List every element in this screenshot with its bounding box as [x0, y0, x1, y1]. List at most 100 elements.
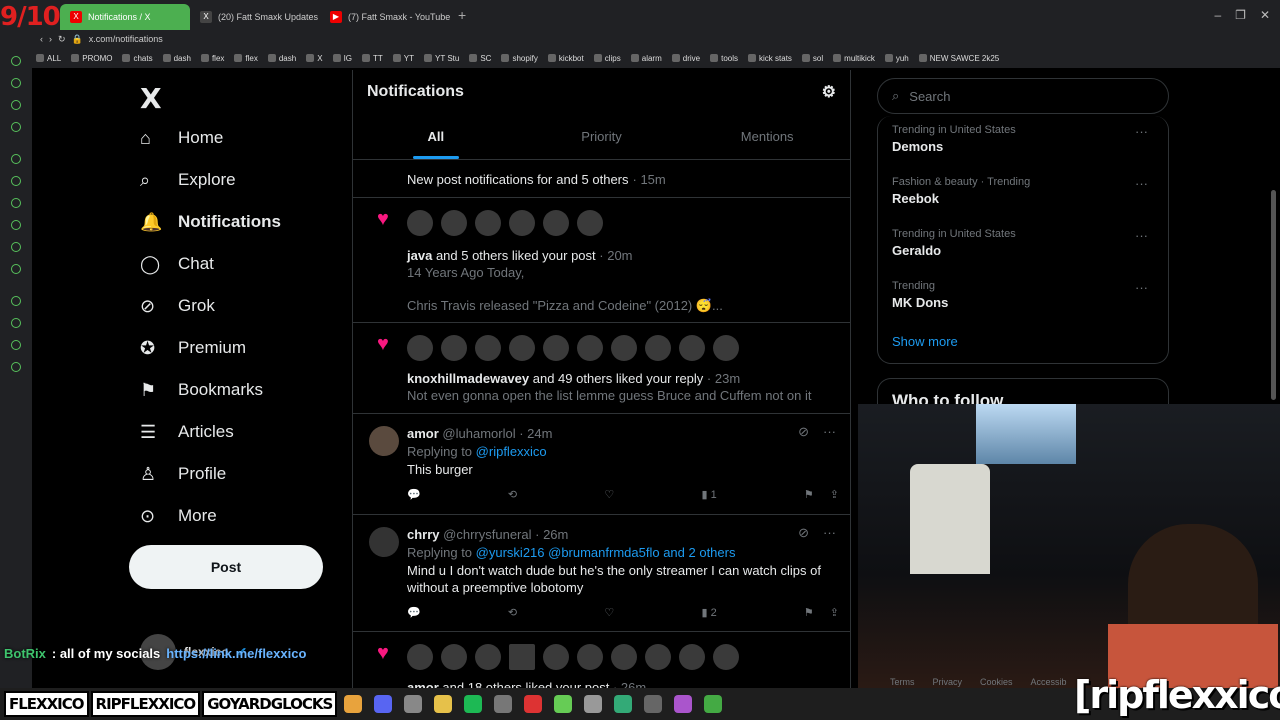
reload-icon[interactable]: ↻	[58, 34, 66, 45]
bookmark-item[interactable]: yuh	[884, 54, 909, 63]
avatar[interactable]	[713, 644, 739, 670]
restore-icon[interactable]: ❐	[1235, 8, 1246, 22]
bookmark-item[interactable]: flex	[234, 54, 258, 63]
bookmark-item[interactable]: shopify	[501, 54, 538, 63]
sidebar-app-icon[interactable]	[11, 340, 21, 350]
avatar[interactable]	[577, 644, 603, 670]
avatar[interactable]	[509, 335, 535, 361]
bookmark-item[interactable]: kick stats	[748, 54, 792, 63]
footer-link[interactable]: Accessib	[1031, 677, 1067, 687]
bookmark-item[interactable]: dash	[267, 54, 296, 63]
avatar[interactable]	[369, 426, 399, 456]
avatar[interactable]	[611, 335, 637, 361]
sidebar-item-premium[interactable]: ✪ Premium	[140, 338, 246, 358]
list-item[interactable]: ♥ java and 5 others liked your post · 20…	[353, 198, 850, 323]
post-button[interactable]: Post	[129, 545, 323, 589]
views-icon[interactable]: ▮ 2	[701, 606, 716, 619]
avatar[interactable]	[441, 335, 467, 361]
sidebar-app-icon[interactable]	[11, 220, 21, 230]
bookmark-item[interactable]: alarm	[630, 54, 662, 63]
bookmark-item[interactable]: X	[306, 54, 323, 63]
bookmark-item[interactable]: NEW SAWCE 2k25	[918, 54, 999, 63]
sidebar-item-profile[interactable]: ♙ Profile	[140, 464, 226, 484]
footer-link[interactable]: Terms	[890, 677, 915, 687]
avatar[interactable]	[577, 335, 603, 361]
avatar[interactable]	[407, 644, 433, 670]
app-icon[interactable]	[614, 695, 633, 713]
more-icon[interactable]: ···	[1135, 228, 1148, 243]
bookmark-item[interactable]: IG	[332, 54, 352, 63]
avatar[interactable]	[509, 210, 535, 236]
avatar[interactable]	[369, 527, 399, 557]
browser-tab[interactable]: X (20) Fatt Smaxk Updates (	[190, 4, 320, 30]
new-tab-icon[interactable]: +	[458, 7, 466, 23]
sidebar-item-home[interactable]: ⌂ Home	[140, 128, 223, 148]
reply-icon[interactable]: 💬	[407, 606, 421, 619]
avatar[interactable]	[441, 644, 467, 670]
avatar[interactable]	[441, 210, 467, 236]
avatar[interactable]	[645, 335, 671, 361]
sidebar-app-icon[interactable]	[11, 362, 21, 372]
avatar[interactable]	[407, 335, 433, 361]
forward-icon[interactable]: ›	[49, 34, 52, 44]
sidebar-app-icon[interactable]	[11, 296, 21, 306]
sidebar-app-icon[interactable]	[11, 154, 21, 164]
bookmark-item[interactable]: ALL	[36, 54, 61, 63]
bookmark-item[interactable]: multikick	[833, 54, 875, 63]
bookmark-item[interactable]: drive	[671, 54, 700, 63]
folder-icon[interactable]	[434, 695, 453, 713]
tab-mentions[interactable]: Mentions	[684, 114, 850, 159]
bookmark-item[interactable]: flex	[200, 54, 224, 63]
x-logo-icon[interactable]: X	[140, 82, 162, 115]
app-icon[interactable]	[494, 695, 513, 713]
footer-link[interactable]: Privacy	[933, 677, 963, 687]
avatar[interactable]	[509, 644, 535, 670]
avatar[interactable]	[577, 210, 603, 236]
back-icon[interactable]: ‹	[40, 34, 43, 44]
trend-item[interactable]: Trending in United States Geraldo ···	[892, 228, 1156, 258]
avatar[interactable]	[543, 644, 569, 670]
avatar[interactable]	[543, 210, 569, 236]
sidebar-item-grok[interactable]: ⊘ Grok	[140, 296, 215, 316]
app-icon[interactable]	[554, 695, 573, 713]
avatar[interactable]	[475, 335, 501, 361]
avatar[interactable]	[611, 644, 637, 670]
sidebar-item-bookmarks[interactable]: ⚑ Bookmarks	[140, 380, 263, 400]
bookmark-item[interactable]: clips	[593, 54, 621, 63]
bookmark-item[interactable]: sol	[801, 54, 823, 63]
list-item[interactable]: ♥ amor and 18 others liked your post · 2…	[353, 632, 850, 688]
browser-tab[interactable]: X Notifications / X	[60, 4, 190, 30]
scrollbar-thumb[interactable]	[1271, 190, 1276, 400]
sidebar-item-chat[interactable]: ◯ Chat	[140, 254, 214, 274]
more-icon[interactable]: ···	[823, 424, 836, 440]
more-icon[interactable]: ···	[1135, 176, 1148, 191]
avatar[interactable]	[475, 210, 501, 236]
trend-item[interactable]: Trending in United States Demons ···	[892, 124, 1156, 154]
discord-icon[interactable]	[374, 695, 393, 713]
app-icon[interactable]	[584, 695, 603, 713]
avatar[interactable]	[679, 644, 705, 670]
bookmark-item[interactable]: kickbot	[547, 54, 584, 63]
spotify-icon[interactable]	[464, 695, 483, 713]
share-icon[interactable]: ⇪	[830, 606, 839, 619]
avatar[interactable]	[407, 210, 433, 236]
app-icon[interactable]	[644, 695, 663, 713]
browser-tab[interactable]: ▶ (7) Fatt Smaxk - YouTube	[320, 4, 450, 30]
bookmark-item[interactable]: YT Stu	[424, 54, 459, 63]
close-icon[interactable]: ✕	[1260, 8, 1270, 22]
grok-icon[interactable]: ⊘	[798, 424, 809, 440]
bookmark-icon[interactable]: ⚑	[804, 488, 814, 501]
tweet[interactable]: amor @luhamorlol · 24m ⊘ ··· Replying to …	[353, 414, 850, 515]
tweet[interactable]: chrry @chrrysfuneral · 26m ⊘ ··· Replying…	[353, 515, 850, 632]
retweet-icon[interactable]: ⟲	[508, 606, 517, 619]
app-icon[interactable]	[674, 695, 693, 713]
sidebar-item-explore[interactable]: ⌕ Explore	[140, 170, 236, 190]
sidebar-app-icon[interactable]	[11, 78, 21, 88]
avatar[interactable]	[713, 335, 739, 361]
sidebar-item-more[interactable]: ⊙ More	[140, 506, 217, 526]
sidebar-app-icon[interactable]	[11, 56, 21, 66]
sidebar-item-articles[interactable]: ☰ Articles	[140, 422, 234, 442]
bookmark-item[interactable]: chats	[122, 54, 153, 63]
views-icon[interactable]: ▮ 1	[701, 488, 716, 501]
bookmark-icon[interactable]: ⚑	[804, 606, 814, 619]
